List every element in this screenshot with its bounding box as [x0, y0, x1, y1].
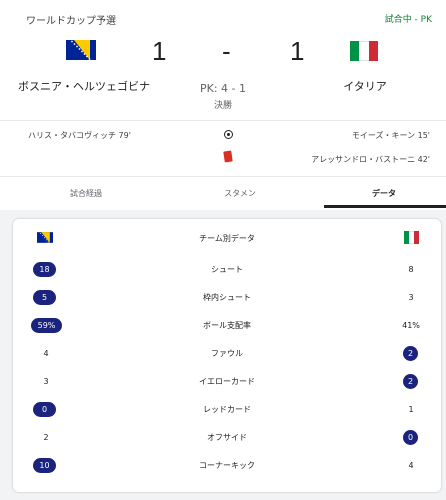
- italy-flag-icon: [350, 41, 378, 61]
- away-value: 1: [408, 405, 414, 414]
- away-value: 8: [408, 265, 414, 274]
- away-score: 1: [290, 36, 305, 66]
- match-stage: 決勝: [213, 101, 232, 111]
- stat-label: 枠内シュート: [203, 293, 251, 302]
- home-goal-event: ハリス・タバコヴィッチ 79': [28, 131, 131, 140]
- match-card: ワールドカップ予選 試合中 - PK 1 - 1 ボスニア・ヘルツェゴビナ イタ…: [0, 0, 446, 210]
- away-value: 2: [403, 346, 418, 361]
- away-value: 41%: [402, 321, 420, 330]
- stat-label: ファウル: [211, 349, 243, 358]
- stat-row-offsides: 2 オフサイド 0: [13, 428, 441, 448]
- stat-row-shots: 18 シュート 8: [13, 260, 441, 280]
- divider: [0, 176, 446, 177]
- penalty-score: PK: 4 - 1: [199, 82, 246, 95]
- stat-row-yellow-cards: 3 イエローカード 2: [13, 372, 441, 392]
- divider: [0, 120, 446, 121]
- competition-name[interactable]: ワールドカップ予選: [26, 12, 116, 27]
- soccer-ball-icon: [224, 130, 233, 139]
- stat-label: オフサイド: [207, 433, 247, 442]
- bosnia-flag-icon: [66, 40, 96, 60]
- match-status: 試合中 - PK: [384, 15, 432, 25]
- stat-label: イエローカード: [199, 377, 255, 386]
- stat-row-fouls: 4 ファウル 2: [13, 344, 441, 364]
- stat-label: ボール支配率: [203, 321, 251, 330]
- tab-stats[interactable]: データ: [324, 188, 444, 199]
- away-red-card-event: アレッサンドロ・バストーニ 42': [311, 155, 430, 164]
- home-score: 1: [152, 36, 167, 66]
- stat-label: コーナーキック: [199, 461, 255, 470]
- away-goal-event: モイーズ・キーン 15': [351, 131, 430, 140]
- italy-flag-icon: [404, 231, 419, 244]
- red-card-icon: [223, 150, 233, 163]
- score-separator: -: [222, 36, 231, 66]
- stat-row-corners: 10 コーナーキック 4: [13, 456, 441, 476]
- stats-title: チーム別データ: [199, 234, 255, 243]
- away-value: 3: [408, 293, 414, 302]
- stat-row-possession: 59% ボール支配率 41%: [13, 316, 441, 336]
- away-value: 4: [408, 461, 414, 470]
- active-tab-indicator: [324, 205, 446, 208]
- tab-lineups[interactable]: スタメン: [180, 188, 300, 199]
- stat-label: シュート: [211, 265, 243, 274]
- team-stats-panel: チーム別データ 18 シュート 8 5 枠内シュート 3 59% ボール支配率 …: [13, 219, 441, 492]
- stat-row-shots-on-target: 5 枠内シュート 3: [13, 288, 441, 308]
- stat-row-red-cards: 0 レッドカード 1: [13, 400, 441, 420]
- tab-timeline[interactable]: 試合経過: [26, 188, 146, 199]
- stat-label: レッドカード: [203, 405, 251, 414]
- away-value: 2: [403, 374, 418, 389]
- away-value: 0: [403, 430, 418, 445]
